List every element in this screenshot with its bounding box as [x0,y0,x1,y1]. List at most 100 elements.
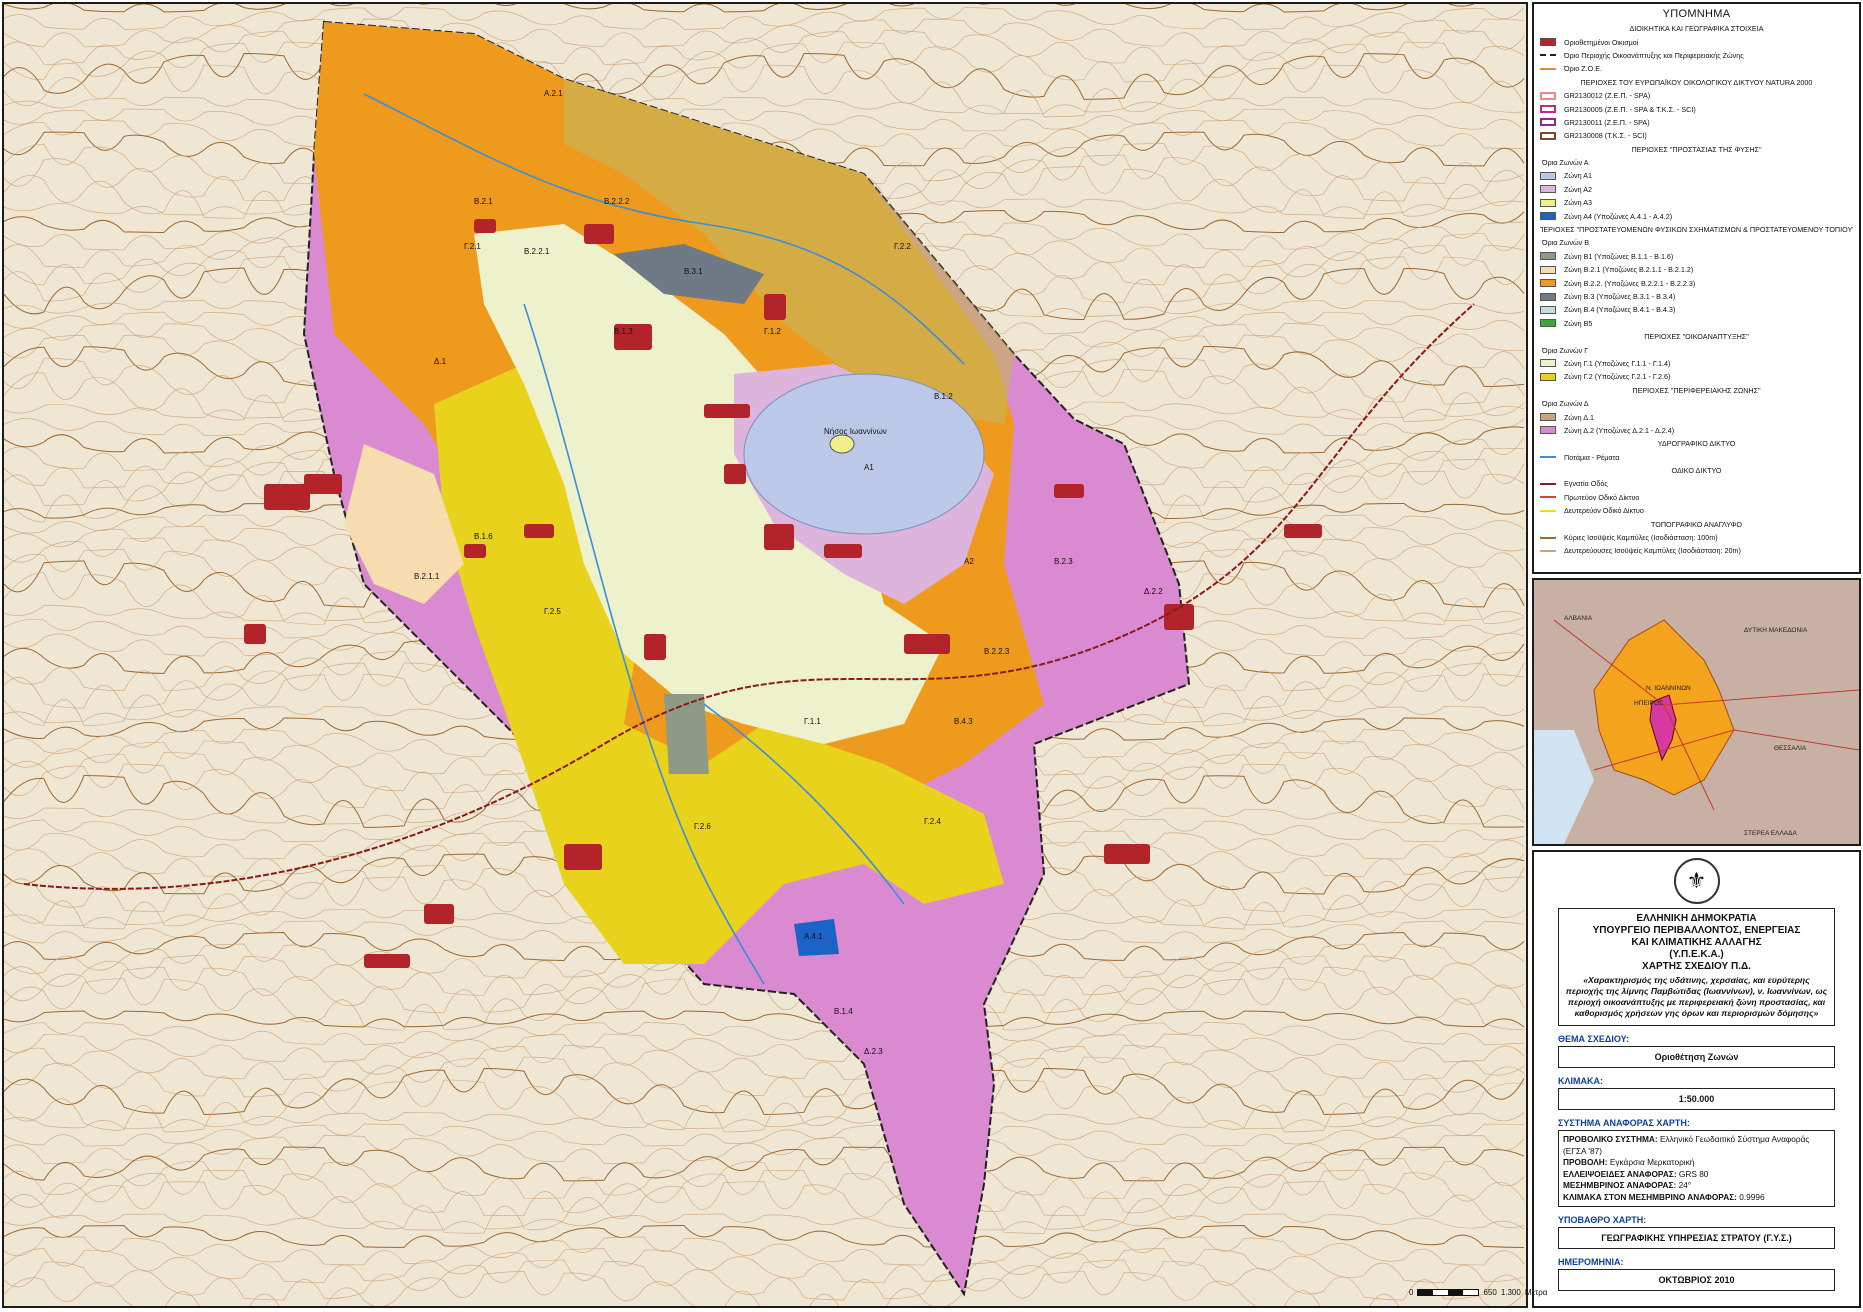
legend-item: Ζώνη Γ.2 (Υποζώνες Γ.2.1 - Γ.2.6) [1540,370,1853,383]
plan-description: «Χαρακτηρισμός της υδάτινης, χερσαίας, κ… [1565,975,1828,1018]
settlement-patch [564,844,602,870]
theme-value: Οριοθέτηση Ζωνών [1558,1046,1835,1068]
settlement-patch [364,954,410,968]
zone-label: Β.1.3 [614,327,633,336]
legend-label: Ζώνη Α2 [1564,184,1592,194]
settlement-patch [1104,844,1150,864]
legend-item: Όρια Ζωνών Α [1540,156,1853,169]
legend-item: Πρωτεύον Οδικό Δίκτυο [1540,491,1853,504]
legend-item: Ζώνη Β.3 (Υποζώνες Β.3.1 - Β.3.4) [1540,290,1853,303]
legend-section-header: ΤΟΠΟΓΡΑΦΙΚΟ ΑΝΑΓΛΥΦΟ [1540,517,1853,530]
zone-label: Δ.2.2 [1144,587,1163,596]
zone-label: Β.4.3 [954,717,973,726]
legend-item: Ζώνη Β5 [1540,317,1853,330]
coat-of-arms-icon: ⚜ [1673,858,1720,904]
legend-item: Όρια Ζωνών Γ [1540,343,1853,356]
legend-label: Εγνατία Οδός [1564,479,1608,489]
settlement-patch [1284,524,1322,538]
legend-label: GR2130012 (Ζ.Ε.Π. - SPA) [1564,91,1651,101]
legend-swatch [1540,536,1556,539]
inset-label-thessaly: ΘΕΣΣΑΛΙΑ [1774,745,1807,752]
legend-label: Ζώνη Β.2.2. (Υποζώνες Β.2.2.1 - Β.2.2.3) [1564,278,1696,288]
scale-label: ΚΛΙΜΑΚΑ: [1558,1076,1603,1086]
zone-label: Γ.2.2 [894,242,911,251]
legend-swatch [1540,198,1556,207]
ref-value: 24° [1678,1180,1692,1190]
legend-swatch [1540,131,1556,140]
zone-label: Β.1.6 [474,532,493,541]
zone-label: Β.1.4 [834,1007,853,1016]
zone-map: Α1 Νήσος Ιωαννίνων Α.2.1 Β.2.1 Β.2.2.1 Γ.2.… [4,4,1526,1306]
ref-system-label: ΣΥΣΤΗΜΑ ΑΝΑΦΟΡΑΣ ΧΑΡΤΗ: [1558,1118,1690,1128]
ref-value: GRS 80 [1678,1168,1709,1179]
title-line: ΕΛΛΗΝΙΚΗ ΔΗΜΟΚΡΑΤΙΑ [1636,913,1757,924]
zone-label: Β.2.2.3 [984,647,1010,656]
title-box: ΕΛΛΗΝΙΚΗ ΔΗΜΟΚΡΑΤΙΑ ΥΠΟΥΡΓΕΙΟ ΠΕΡΙΒΑΛΛΟΝ… [1558,908,1835,1026]
inset-map: ΑΛΒΑΝΙΑ ΔΥΤΙΚΗ ΜΑΚΕΔΟΝΙΑ Ν. ΙΩΑΝΝΙΝΩΝ ΗΠ… [1534,580,1859,844]
legend-swatch [1540,252,1556,261]
title-block: ⚜ ΕΛΛΗΝΙΚΗ ΔΗΜΟΚΡΑΤΙΑ ΥΠΟΥΡΓΕΙΟ ΠΕΡΙΒΑΛΛ… [1532,850,1861,1308]
ref-key: ΕΛΛΕΙΨΟΕΙΔΕΣ ΑΝΑΦΟΡΑΣ: [1563,1168,1677,1179]
legend-label: ΠΕΡΙΟΧΕΣ "ΠΡΟΣΤΑΤΕΥΟΜΕΝΩΝ ΦΥΣΙΚΩΝ ΣΧΗΜΑΤ… [1540,225,1853,235]
settlement-patch [644,634,666,660]
scale-value: 1:50.000 [1558,1088,1835,1110]
legend-label: Όρια Ζωνών Β [1542,238,1589,248]
legend-section-header: ΠΕΡΙΟΧΕΣ ΤΟΥ ΕΥΡΩΠΑΪΚΟΥ ΟΙΚΟΛΟΓΙΚΟΥ ΔΙΚΤ… [1540,76,1853,89]
legend-section-header: ΠΕΡΙΟΧΕΣ "ΠΡΟΣΤΑΤΕΥΟΜΕΝΩΝ ΦΥΣΙΚΩΝ ΣΧΗΜΑΤ… [1540,223,1853,236]
zone-label: Δ.2.3 [864,1047,883,1056]
legend-label: Πρωτεύον Οδικό Δίκτυο [1564,492,1640,502]
legend-swatch [1540,118,1556,127]
legend-item: GR2130008 (Τ.Κ.Σ. - SCI) [1540,129,1853,142]
legend-label: Ζώνη Α4 (Υποζώνες Α.4.1 - Α.4.2) [1564,211,1673,221]
zone-label: Α.2.1 [544,89,563,98]
ref-row: ΚΛΙΜΑΚΑ ΣΤΟΝ ΜΕΣΗΜΒΡΙΝΟ ΑΝΑΦΟΡΑΣ: 0.9996 [1563,1192,1830,1204]
title-line: ΥΠΟΥΡΓΕΙΟ ΠΕΡΙΒΑΛΛΟΝΤΟΣ, ΕΝΕΡΓΕΙΑΣ [1592,925,1801,936]
legend-swatch [1540,305,1556,314]
legend-section-header: ΥΔΡΟΓΡΑΦΙΚΟ ΔΙΚΤΥΟ [1540,437,1853,450]
legend-label: Ζώνη Β.3 (Υποζώνες Β.3.1 - Β.3.4) [1564,292,1676,301]
scale-bar: 0 650 1.300 Μέτρα [1409,1288,1547,1297]
legend-label: Ποτάμια - Ρέματα [1564,452,1620,462]
legend-label: ΠΕΡΙΟΧΕΣ ΤΟΥ ΕΥΡΩΠΑΪΚΟΥ ΟΙΚΟΛΟΓΙΚΟΥ ΔΙΚΤ… [1580,77,1813,87]
theme-label: ΘΕΜΑ ΣΧΕΔΙΟΥ: [1558,1034,1629,1044]
zone-label: Γ.1.1 [804,717,821,726]
legend-item: Ζώνη Α4 (Υποζώνες Α.4.1 - Α.4.2) [1540,209,1853,222]
legend-item: Όρια Ζωνών Β [1540,236,1853,249]
island-label: Νήσος Ιωαννίνων [824,427,887,436]
legend-label: ΟΔΙΚΟ ΔΙΚΤΥΟ [1671,466,1722,476]
legend-swatch [1540,359,1556,368]
legend-swatch [1540,482,1556,485]
legend-label: ΠΕΡΙΟΧΕΣ "ΠΕΡΙΦΕΡΕΙΑΚΗΣ ΖΩΝΗΣ" [1632,385,1761,395]
inset-label-west-macedonia: ΔΥΤΙΚΗ ΜΑΚΕΔΟΝΙΑ [1744,627,1808,634]
legend-swatch [1540,105,1556,114]
zone-b1-area [664,694,709,774]
legend-item: GR2130011 (Ζ.Ε.Π. - SPA) [1540,116,1853,129]
ref-system-box: ΠΡΟΒΟΛΙΚΟ ΣΥΣΤΗΜΑ: Ελληνικό Γεωδαιτικό Σ… [1558,1130,1835,1207]
legend-section-header: ΠΕΡΙΟΧΕΣ "ΠΡΟΣΤΑΣΙΑΣ ΤΗΣ ΦΥΣΗΣ" [1540,143,1853,156]
settlement-patch [244,624,266,644]
ref-key: ΠΡΟΒΟΛΗ: [1563,1157,1608,1167]
inset-label-central-greece: ΣΤΕΡΕΑ ΕΛΛΑΔΑ [1744,830,1797,837]
legend-item: Ζώνη Α1 [1540,169,1853,182]
legend-panel: ΥΠΟΜΝΗΜΑ ΔΙΟΙΚΗΤΙΚΑ ΚΑΙ ΓΕΩΓΡΑΦΙΚΑ ΣΤΟΙΧ… [1532,2,1861,574]
zone-label: Β.3.1 [684,267,703,276]
settlement-patch [1164,604,1194,630]
legend-label: Δευτερεύουσες Ισοϋψείς Καμπύλες (Ισοδιάσ… [1564,546,1741,556]
legend-title: ΥΠΟΜΝΗΜΑ [1662,8,1731,20]
legend-label: Ζώνη Δ.1 [1564,412,1594,422]
title-line: (Υ.Π.Ε.Κ.Α.) [1669,949,1724,960]
legend-item: Ζώνη Α3 [1540,196,1853,209]
legend-swatch [1540,413,1556,422]
legend-swatch [1540,496,1556,499]
legend-item: Ζώνη Γ.1 (Υποζώνες Γ.1.1 - Γ.1.4) [1540,357,1853,370]
legend-label: Ζώνη Β.4 (Υποζώνες Β.4.1 - Β.4.3) [1564,305,1676,315]
legend-label: Κύριες Ισοϋψείς Καμπύλες (Ισοδιάσταση: 1… [1564,533,1718,543]
legend-list: ΔΙΟΙΚΗΤΙΚΑ ΚΑΙ ΓΕΩΓΡΑΦΙΚΑ ΣΤΟΙΧΕΙΑ Οριοθε… [1534,22,1859,558]
title-line: ΚΑΙ ΚΛΙΜΑΤΙΚΗΣ ΑΛΛΑΓΗΣ [1631,937,1762,948]
scale-bar-label: 650 [1483,1288,1497,1297]
legend-label: ΤΟΠΟΓΡΑΦΙΚΟ ΑΝΑΓΛΥΦΟ [1651,519,1742,529]
legend-label: Ζώνη Γ.2 (Υποζώνες Γ.2.1 - Γ.2.6) [1564,372,1671,382]
settlement-patch [704,404,750,418]
zone-label: Β.2.2.2 [604,197,630,206]
legend-label: Ζώνη Α1 [1564,171,1592,181]
